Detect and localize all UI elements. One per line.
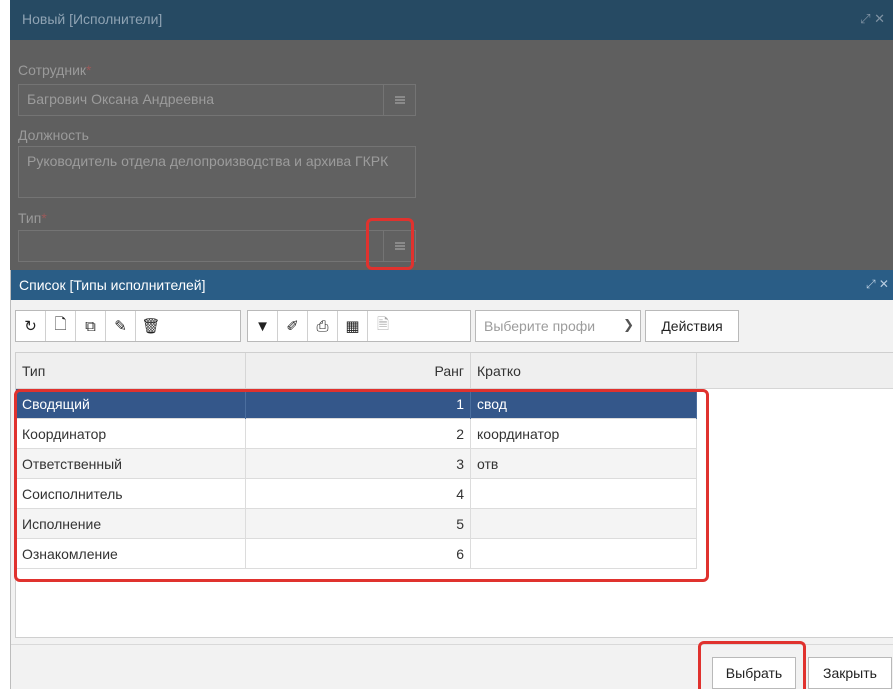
dialog-title: Список [Типы исполнителей] bbox=[19, 277, 206, 293]
types-grid: Тип Ранг Кратко Сводящий 1 свод Координа… bbox=[15, 352, 893, 638]
print-icon[interactable]: ⎙ bbox=[308, 311, 338, 341]
dialog-titlebar: Список [Типы исполнителей] ⤢ ✕ bbox=[11, 270, 893, 300]
grid-header: Тип Ранг Кратко bbox=[16, 353, 893, 389]
background-dialog-title: Новый [Исполнители] bbox=[22, 11, 163, 27]
cell-short: отв bbox=[471, 449, 697, 479]
cell-type: Исполнение bbox=[16, 509, 246, 539]
toolbar-group-view: ▼ ✐ ⎙ ▦ 🗎 bbox=[247, 310, 471, 342]
dialog-footer: Выбрать Закрыть bbox=[11, 644, 893, 690]
cell-type: Координатор bbox=[16, 419, 246, 449]
table-row[interactable]: Координатор 2 координатор bbox=[16, 419, 697, 449]
maximize-icon[interactable]: ⤢ ✕ bbox=[866, 277, 889, 292]
type-label: Тип* bbox=[18, 210, 47, 226]
list-icon bbox=[394, 242, 405, 250]
filter-icon[interactable]: ▼ bbox=[248, 311, 278, 341]
column-header-short[interactable]: Кратко bbox=[471, 353, 697, 389]
table-row[interactable]: Сводящий 1 свод bbox=[16, 389, 697, 419]
cell-type: Ознакомление bbox=[16, 539, 246, 569]
cell-rank: 6 bbox=[246, 539, 471, 569]
type-field[interactable] bbox=[18, 230, 416, 262]
profile-select[interactable]: Выберите профи ❯ bbox=[475, 310, 641, 342]
delete-icon[interactable]: 🗑 bbox=[136, 311, 166, 341]
copy-icon[interactable]: ⧉ bbox=[76, 311, 106, 341]
employee-label: Сотрудник* bbox=[18, 62, 92, 78]
cell-type: Ответственный bbox=[16, 449, 246, 479]
cell-rank: 3 bbox=[246, 449, 471, 479]
profile-placeholder: Выберите профи bbox=[484, 318, 596, 334]
edit-icon[interactable]: ✎ bbox=[106, 311, 136, 341]
new-document-icon[interactable]: 🗋 bbox=[46, 311, 76, 341]
position-field[interactable]: Руководитель отдела делопроизводства и а… bbox=[18, 146, 416, 198]
chevron-down-icon: ❯ bbox=[623, 317, 634, 332]
table-row[interactable]: Исполнение 5 bbox=[16, 509, 697, 539]
cell-short: координатор bbox=[471, 419, 697, 449]
position-label: Должность bbox=[18, 127, 89, 143]
cell-rank: 4 bbox=[246, 479, 471, 509]
cell-short bbox=[471, 539, 697, 569]
list-icon bbox=[394, 96, 405, 104]
table-row[interactable]: Соисполнитель 4 bbox=[16, 479, 697, 509]
actions-button[interactable]: Действия bbox=[645, 310, 739, 342]
cell-short bbox=[471, 509, 697, 539]
employee-field[interactable]: Багрович Оксана Андреевна bbox=[18, 84, 416, 116]
employee-lookup-button[interactable] bbox=[383, 85, 415, 115]
cell-rank: 1 bbox=[246, 389, 471, 419]
type-lookup-button[interactable] bbox=[383, 231, 415, 261]
cell-type: Соисполнитель bbox=[16, 479, 246, 509]
background-dialog-titlebar: Новый [Исполнители] ⤢ ✕ bbox=[10, 0, 893, 40]
table-row[interactable]: Ознакомление 6 bbox=[16, 539, 697, 569]
export-icon[interactable]: 🗎 bbox=[368, 311, 398, 341]
cell-short bbox=[471, 479, 697, 509]
refresh-icon[interactable]: ↻ bbox=[16, 311, 46, 341]
maximize-icon[interactable]: ⤢ ✕ bbox=[860, 11, 885, 27]
toolbar-group-edit: ↻ 🗋 ⧉ ✎ 🗑 bbox=[15, 310, 241, 342]
cell-short: свод bbox=[471, 389, 697, 419]
table-row[interactable]: Ответственный 3 отв bbox=[16, 449, 697, 479]
toolbar: ↻ 🗋 ⧉ ✎ 🗑 ▼ ✐ ⎙ ▦ 🗎 Выберите профи ❯ Дей… bbox=[11, 310, 893, 344]
column-header-type[interactable]: Тип bbox=[16, 353, 246, 389]
select-button[interactable]: Выбрать bbox=[712, 657, 796, 689]
column-header-rank[interactable]: Ранг bbox=[246, 353, 471, 389]
cell-type: Сводящий bbox=[16, 389, 246, 419]
clear-filter-icon[interactable]: ✐ bbox=[278, 311, 308, 341]
close-button[interactable]: Закрыть bbox=[808, 657, 892, 689]
cell-rank: 5 bbox=[246, 509, 471, 539]
types-list-dialog: Список [Типы исполнителей] ⤢ ✕ ↻ 🗋 ⧉ ✎ 🗑… bbox=[10, 270, 893, 689]
columns-icon[interactable]: ▦ bbox=[338, 311, 368, 341]
background-dialog: Новый [Исполнители] ⤢ ✕ Сотрудник* Багро… bbox=[10, 0, 893, 272]
cell-rank: 2 bbox=[246, 419, 471, 449]
